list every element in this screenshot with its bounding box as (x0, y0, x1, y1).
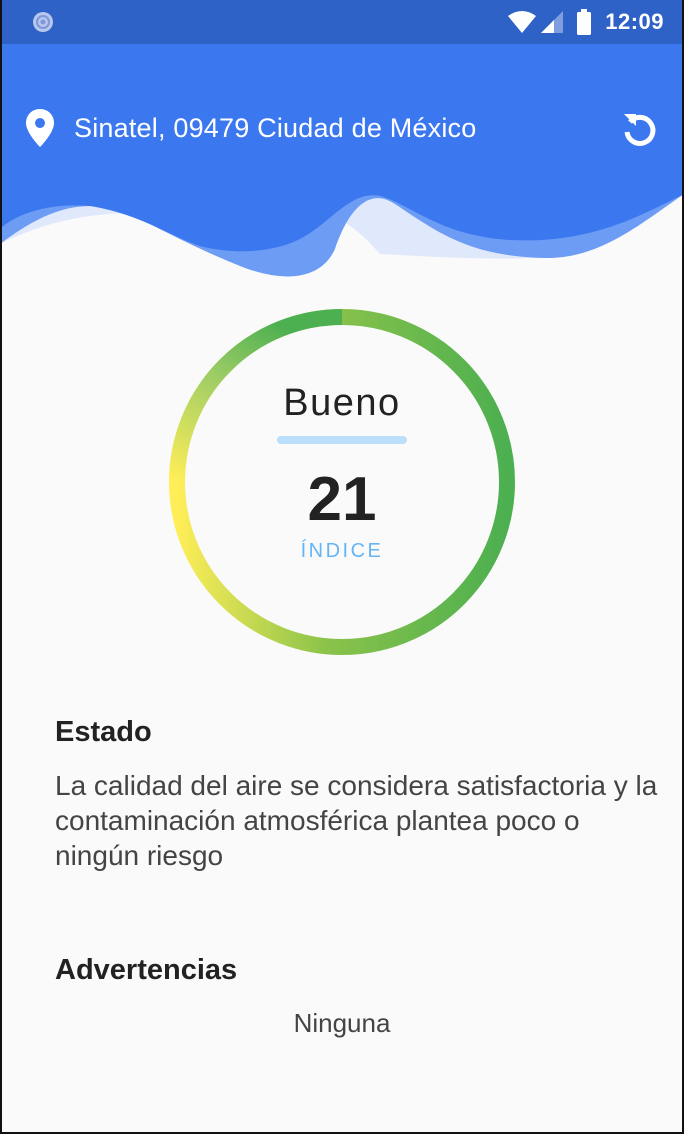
index-label: ÍNDICE (300, 540, 384, 562)
index-value: 21 (307, 465, 377, 534)
warnings-text: Ninguna (293, 1008, 391, 1038)
state-title: Estado (55, 716, 152, 748)
signal-icon (541, 11, 564, 33)
refresh-icon[interactable] (618, 106, 662, 150)
location-pin-icon (26, 109, 54, 147)
warnings-title: Advertencias (55, 954, 238, 986)
status-bar: 12:09 (0, 0, 684, 44)
status-underline (277, 436, 407, 444)
header-wave-background (0, 44, 684, 277)
wifi-icon (508, 11, 537, 33)
notification-icon (33, 12, 53, 32)
clock: 12:09 (605, 9, 664, 34)
battery-icon (577, 9, 592, 35)
location-text: Sinatel, 09479 Ciudad de México (74, 112, 477, 143)
air-quality-gauge: Bueno 21 ÍNDICE (166, 306, 518, 658)
location-row: Sinatel, 09479 Ciudad de México (26, 108, 666, 148)
state-description: La calidad del aire se considera satisfa… (55, 770, 658, 871)
air-quality-status: Bueno (283, 382, 401, 424)
